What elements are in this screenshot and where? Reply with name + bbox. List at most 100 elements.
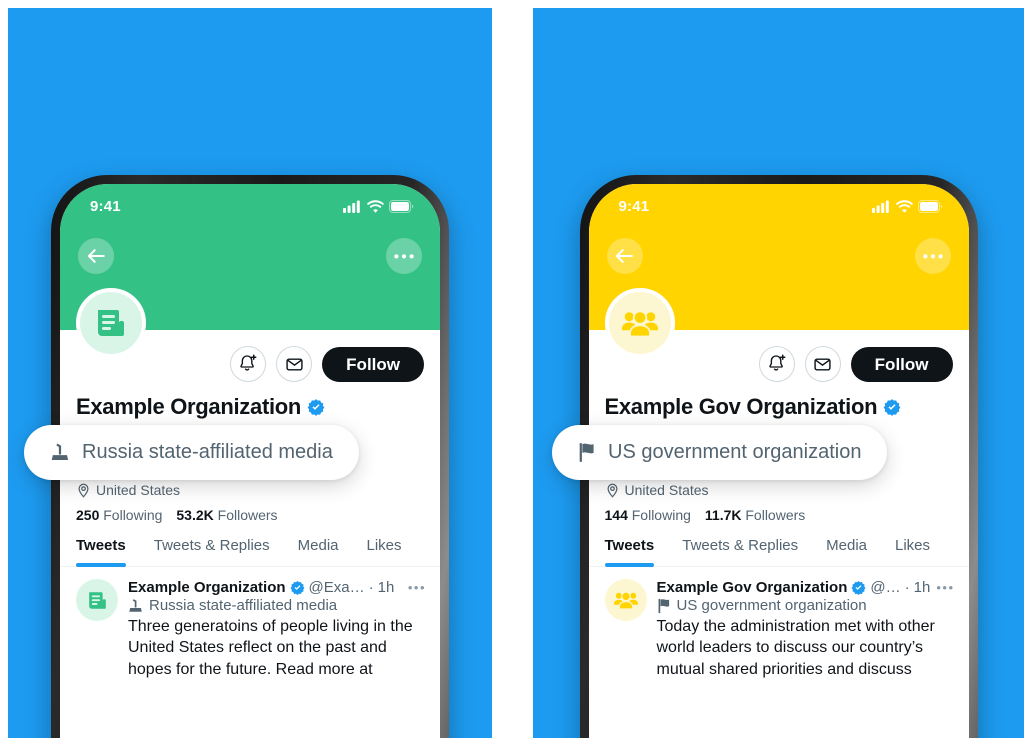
- profile-banner: 9:41: [588, 184, 969, 358]
- profile-avatar[interactable]: [604, 288, 675, 358]
- tweet-item[interactable]: Example Gov Organization @… · 1h ••• US …: [589, 567, 969, 680]
- tweet-timestamp: 1h: [913, 579, 931, 596]
- notifications-button[interactable]: [230, 346, 267, 382]
- follow-button[interactable]: Follow: [322, 346, 424, 382]
- followers-stat[interactable]: 11.7K Followers: [705, 507, 805, 523]
- people-group-icon: [621, 308, 658, 338]
- tab-tweets-replies[interactable]: Tweets & Replies: [668, 537, 812, 566]
- tweet-more-icon[interactable]: •••: [408, 580, 426, 595]
- cellular-signal-icon: [871, 200, 891, 213]
- tweet-more-icon[interactable]: •••: [936, 580, 954, 595]
- tweet-affiliation: Russia state-affiliated media: [128, 597, 426, 614]
- followers-stat[interactable]: 53.2K Followers: [176, 507, 277, 523]
- profile-display-name-row: Example Organization: [76, 394, 424, 420]
- profile-display-name: Example Gov Organization: [604, 394, 878, 419]
- arrow-left-icon: [615, 248, 634, 264]
- wifi-icon: [895, 200, 913, 213]
- profile-display-name: Example Organization: [76, 394, 302, 419]
- status-bar: 9:41: [589, 184, 969, 215]
- tweet-affiliation: US government organization: [657, 597, 955, 614]
- more-options-button[interactable]: [386, 238, 422, 274]
- profile-stats: 250 Following 53.2K Followers: [76, 507, 424, 523]
- arrow-left-icon: [87, 248, 106, 264]
- tweet-separator: ·: [904, 579, 910, 596]
- tab-likes[interactable]: Likes: [881, 537, 944, 566]
- panel-state-affiliated-media: 9:41 Follow Example Organization United …: [8, 8, 492, 738]
- verified-badge-icon: [883, 398, 901, 416]
- tab-media[interactable]: Media: [284, 537, 353, 566]
- profile-stats: 144 Following 11.7K Followers: [605, 507, 953, 523]
- following-stat[interactable]: 250 Following: [76, 507, 162, 523]
- message-button[interactable]: [804, 346, 841, 382]
- battery-icon: [917, 200, 943, 213]
- podium-icon: [50, 442, 71, 463]
- tweet-text: Three generatoins of people living in th…: [128, 618, 413, 678]
- status-bar-clock: 9:41: [90, 198, 121, 215]
- tweet-timestamp: 1h: [377, 579, 395, 596]
- tweet-body: Example Gov Organization @… · 1h ••• US …: [657, 579, 955, 680]
- panel-government-organization: 9:41 Follow Example Gov Organization Uni…: [533, 8, 1024, 738]
- profile-display-name-row: Example Gov Organization: [605, 394, 953, 420]
- flag-icon: [657, 598, 672, 614]
- followers-count: 53.2K: [176, 507, 214, 523]
- verified-badge-icon: [307, 398, 325, 416]
- status-bar-icons: [871, 200, 943, 213]
- affiliation-callout-text: Russia state-affiliated media: [82, 441, 333, 463]
- profile-avatar[interactable]: [76, 288, 146, 358]
- tab-media[interactable]: Media: [812, 537, 881, 566]
- tweet-text: Today the administration met with other …: [656, 618, 935, 678]
- tweet-header: Example Gov Organization @… · 1h •••: [657, 579, 955, 596]
- tweet-handle: @…: [870, 579, 901, 596]
- location-pin-icon: [76, 483, 91, 498]
- tweet-body: Example Organization @Exa… · 1h ••• Russ…: [128, 579, 426, 680]
- following-label: Following: [631, 507, 691, 523]
- envelope-icon: [285, 355, 304, 374]
- following-stat[interactable]: 144 Following: [605, 507, 691, 523]
- cellular-signal-icon: [343, 200, 362, 213]
- notifications-button[interactable]: [758, 346, 795, 382]
- back-button[interactable]: [606, 238, 643, 274]
- verified-badge-icon: [290, 580, 305, 595]
- status-bar-icons: [343, 200, 414, 213]
- profile-tabs: Tweets Tweets & Replies Media Likes: [588, 537, 969, 567]
- more-options-button[interactable]: [914, 238, 951, 274]
- verified-badge-icon: [851, 580, 866, 595]
- following-label: Following: [103, 507, 163, 523]
- following-count: 144: [604, 507, 628, 523]
- tweet-avatar[interactable]: [76, 579, 118, 621]
- tweet-handle: @Exa…: [308, 579, 365, 596]
- bell-plus-icon: [238, 354, 258, 374]
- follow-button[interactable]: Follow: [850, 346, 953, 382]
- affiliation-callout-left: Russia state-affiliated media: [24, 425, 359, 480]
- tweet-affiliation-text: Russia state-affiliated media: [149, 597, 338, 614]
- profile-location: United States: [605, 482, 953, 498]
- tweet-avatar[interactable]: [604, 579, 647, 621]
- flag-icon: [578, 442, 597, 463]
- tweet-item[interactable]: Example Organization @Exa… · 1h ••• Russ…: [60, 567, 440, 680]
- profile-location-text: United States: [96, 482, 181, 498]
- following-count: 250: [76, 507, 100, 523]
- tab-tweets[interactable]: Tweets: [60, 537, 140, 567]
- location-pin-icon: [605, 483, 620, 498]
- envelope-icon: [813, 355, 832, 374]
- more-horizontal-icon: [394, 253, 414, 259]
- more-horizontal-icon: [922, 253, 943, 259]
- message-button[interactable]: [276, 346, 313, 382]
- status-bar: 9:41: [60, 184, 440, 215]
- podium-icon: [128, 598, 144, 614]
- status-bar-clock: 9:41: [618, 198, 650, 215]
- tab-tweets-replies[interactable]: Tweets & Replies: [140, 537, 284, 566]
- affiliation-callout-right: US government organization: [552, 425, 888, 480]
- tweet-affiliation-text: US government organization: [676, 597, 867, 614]
- back-button[interactable]: [78, 238, 114, 274]
- tab-tweets[interactable]: Tweets: [589, 537, 669, 567]
- profile-location: United States: [76, 482, 424, 498]
- tweet-separator: ·: [368, 579, 374, 596]
- tweet-author-name: Example Gov Organization: [656, 579, 848, 596]
- tweet-header: Example Organization @Exa… · 1h •••: [128, 579, 426, 596]
- tab-likes[interactable]: Likes: [353, 537, 416, 566]
- followers-label: Followers: [217, 507, 278, 523]
- profile-location-text: United States: [624, 482, 709, 498]
- comparison-screenshot: 9:41 Follow Example Organization United …: [0, 0, 1024, 738]
- newspaper-icon: [93, 305, 129, 341]
